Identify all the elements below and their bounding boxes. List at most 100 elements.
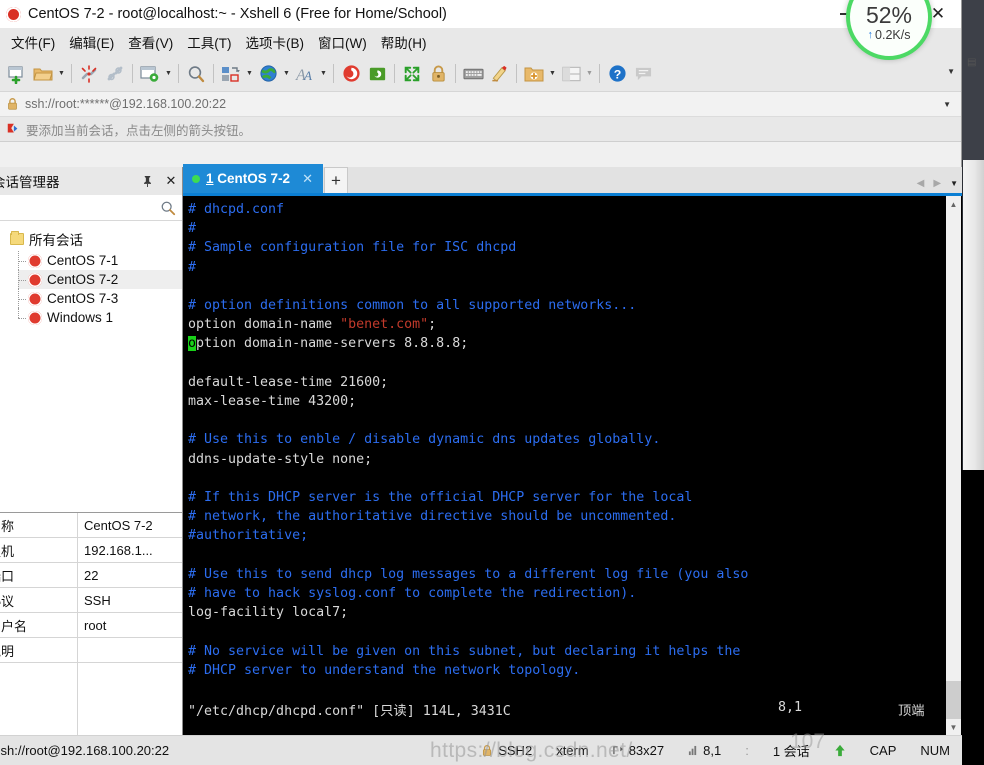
terminal-cursor: o	[188, 336, 197, 352]
menu-window[interactable]: 窗口(W)	[311, 29, 374, 55]
network-rate-value: 0.2K/s	[875, 28, 911, 42]
xshell-button[interactable]	[338, 59, 364, 89]
property-key: 端口	[0, 563, 78, 587]
xftp-button[interactable]	[364, 59, 390, 89]
folder-icon	[10, 231, 24, 245]
terminal-line: #authoritative;	[188, 526, 945, 545]
tab-label: 1 CentOS 7-2	[206, 171, 290, 186]
property-row-host: 主机 192.168.1...	[0, 538, 182, 563]
tab-next-icon[interactable]: ▶	[933, 178, 941, 189]
pin-icon[interactable]	[142, 175, 156, 188]
address-value: ssh://root:******@192.168.100.20:22	[25, 97, 227, 111]
comment-button[interactable]	[630, 59, 656, 89]
split-view-dropdown-caret[interactable]: ▼	[584, 61, 595, 87]
open-button[interactable]: ▼	[30, 59, 67, 89]
tab-close-icon[interactable]: ✕	[298, 171, 317, 187]
session-item-centos-7-1[interactable]: CentOS 7-1	[18, 251, 182, 270]
session-icon	[28, 310, 42, 325]
toolbar: ▼ ▼ ▼ ▼ A A ▼ ▼ ▼ ? ▼	[0, 56, 961, 92]
menu-view[interactable]: 查看(V)	[121, 29, 180, 55]
open-dropdown-caret[interactable]: ▼	[56, 61, 67, 87]
property-value: 192.168.1...	[84, 542, 153, 558]
terminal-line: max-lease-time 43200;	[188, 392, 945, 411]
tab-list-menu-icon[interactable]: ▼	[950, 179, 958, 188]
terminal-line: option domain-name-servers 8.8.8.8;	[188, 334, 945, 353]
status-num-lock: NUM	[920, 743, 950, 758]
property-key: 名称	[0, 513, 78, 537]
toolbar-separator	[333, 64, 334, 83]
vim-status-scroll: 顶端	[898, 704, 925, 719]
scrollbar-up-icon[interactable]: ▲	[946, 196, 961, 212]
session-item-centos-7-2[interactable]: CentOS 7-2	[18, 270, 182, 289]
scrollbar-thumb[interactable]	[946, 681, 961, 719]
new-tab-button[interactable]: +	[324, 167, 348, 193]
scrollbar-down-icon[interactable]: ▼	[946, 719, 961, 735]
font-button[interactable]: A A ▼	[292, 59, 329, 89]
menu-tools[interactable]: 工具(T)	[180, 29, 238, 55]
svg-text:A: A	[303, 68, 312, 83]
xftp-icon	[364, 61, 390, 87]
property-row-port: 端口 22	[0, 563, 182, 588]
toolbar-overflow-caret[interactable]: ▼	[947, 67, 955, 76]
session-properties-icon	[137, 61, 163, 87]
menu-help[interactable]: 帮助(H)	[374, 29, 434, 55]
split-view-button[interactable]: ▼	[558, 59, 595, 89]
terminal-screen-wrap: # dhcpd.conf # # Sample configuration file…	[183, 196, 962, 735]
terminal-text: #authoritative;	[188, 528, 309, 544]
property-row-description: 说明	[0, 638, 182, 663]
globe-icon	[255, 61, 281, 87]
terminal-screen[interactable]: # dhcpd.conf # # Sample configuration file…	[183, 196, 945, 735]
layout-dropdown-caret[interactable]: ▼	[244, 61, 255, 87]
session-item-centos-7-3[interactable]: CentOS 7-3	[18, 289, 182, 308]
highlight-button[interactable]	[486, 59, 512, 89]
new-session-button[interactable]	[4, 59, 30, 89]
search-icon[interactable]	[160, 200, 176, 216]
menu-file[interactable]: 文件(F)	[4, 29, 62, 55]
tab-prev-icon[interactable]: ◀	[917, 178, 925, 189]
session-item-windows-1[interactable]: Windows 1	[18, 308, 182, 327]
terminal-text: # Use this to enble / disable dynamic dn…	[188, 432, 661, 448]
status-caps-lock: CAP	[869, 743, 897, 758]
session-manager-close-icon[interactable]: ✕	[164, 173, 178, 189]
find-button[interactable]	[183, 59, 209, 89]
terminal-scrollbar[interactable]: ▲ ▼	[945, 196, 962, 735]
layout-button[interactable]: ▼	[218, 59, 255, 89]
property-value: 22	[84, 567, 99, 583]
body-split: 会话管理器 ✕	[0, 164, 962, 735]
disconnect-button[interactable]	[76, 59, 102, 89]
add-folder-button[interactable]: ▼	[521, 59, 558, 89]
session-tree: 所有会话 CentOS 7-1 CentOS 7-2 CentOS 7-3 Wi…	[0, 221, 182, 397]
encoding-button[interactable]: ▼	[255, 59, 292, 89]
reconnect-button[interactable]	[102, 59, 128, 89]
menu-edit[interactable]: 编辑(E)	[62, 29, 121, 55]
tab-status-dot-icon	[192, 174, 200, 183]
property-value-blank	[78, 663, 182, 735]
properties-dropdown-caret[interactable]: ▼	[163, 61, 174, 87]
session-label: Windows 1	[47, 310, 114, 325]
session-tree-empty-space	[0, 397, 182, 512]
lock-button[interactable]	[425, 59, 451, 89]
menu-tabs[interactable]: 选项卡(B)	[239, 29, 312, 55]
svg-text:?: ?	[613, 67, 621, 81]
session-properties-button[interactable]: ▼	[137, 59, 174, 89]
terminal-line: # have to hack syslog.conf to complete t…	[188, 584, 945, 603]
add-folder-dropdown-caret[interactable]: ▼	[547, 61, 558, 87]
address-dropdown-caret[interactable]: ▼	[943, 100, 951, 109]
help-button[interactable]: ?	[604, 59, 630, 89]
scrollbar-track[interactable]	[946, 212, 961, 719]
tab-centos-7-2[interactable]: 1 CentOS 7-2 ✕	[183, 164, 323, 193]
xshell-spiral-icon	[338, 61, 364, 87]
session-search-row[interactable]	[0, 195, 182, 221]
address-bar[interactable]: ssh://root:******@192.168.100.20:22 ▼	[0, 92, 961, 117]
toolbar-separator	[516, 64, 517, 83]
tree-root-all-sessions[interactable]: 所有会话	[6, 227, 182, 251]
encoding-dropdown-caret[interactable]: ▼	[281, 61, 292, 87]
network-percent: 52%	[865, 2, 913, 28]
terminal-text: option domain-name	[188, 317, 341, 333]
fullscreen-button[interactable]	[399, 59, 425, 89]
cursor-icon	[688, 745, 698, 756]
font-dropdown-caret[interactable]: ▼	[318, 61, 329, 87]
terminal-line: # network, the authoritative directive s…	[188, 507, 945, 526]
keyboard-button[interactable]	[460, 59, 486, 89]
